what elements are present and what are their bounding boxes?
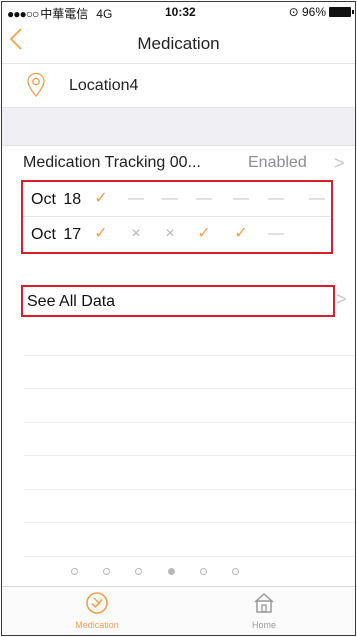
page-dot[interactable] (71, 568, 78, 575)
day-date: Oct 18 (31, 191, 82, 208)
tab-home[interactable]: Home (224, 591, 304, 635)
pill-badge-icon (86, 592, 108, 614)
day-row[interactable]: Oct 18 ✓ — — — — — — (23, 182, 331, 217)
list-divider (24, 355, 355, 356)
home-icon (254, 592, 274, 613)
chevron-right-icon: > (334, 153, 345, 173)
battery-icon (329, 7, 354, 17)
location-row[interactable]: Location4 (2, 64, 355, 108)
day-history-box: Oct 18 ✓ — — — — — — Oct 17 ✓ × × ✓ ✓ — (21, 180, 333, 254)
status-bar: ●●●○○ 中華電信 4G 10:32 ⊙ 96% (2, 2, 355, 22)
status-left: ●●●○○ 中華電信 4G (7, 5, 112, 22)
check-mark-icon: ✓ (94, 225, 108, 242)
location-pin-icon (27, 72, 45, 97)
signal-strength-icon: ●●●○○ (7, 7, 39, 21)
battery-percent: 96% (301, 5, 326, 19)
dash-mark-icon: — (196, 190, 212, 207)
section-separator (2, 108, 355, 146)
dash-mark-icon: — (233, 190, 249, 207)
list-divider (24, 455, 355, 456)
network-type: 4G (96, 7, 113, 21)
day-row[interactable]: Oct 17 ✓ × × ✓ ✓ — (23, 217, 331, 252)
tab-medication-label: Medication (75, 620, 119, 630)
dash-mark-icon: — (309, 190, 325, 207)
list-divider (24, 422, 355, 423)
list-divider (24, 556, 355, 557)
tracking-name: Medication Tracking 00... (23, 154, 201, 171)
page-dot[interactable] (168, 568, 175, 575)
check-mark-icon: ✓ (197, 225, 211, 242)
check-mark-icon: ✓ (94, 190, 108, 207)
cross-mark-icon: × (131, 225, 141, 242)
page-dot[interactable] (232, 568, 239, 575)
page-dot[interactable] (135, 568, 142, 575)
navigation-bar: Medication (2, 22, 355, 64)
dash-mark-icon: — (268, 190, 284, 207)
status-right: ⊙ 96% (288, 5, 354, 19)
see-all-data-button[interactable]: See All Data (21, 285, 335, 317)
list-divider (24, 489, 355, 490)
page-dot[interactable] (103, 568, 110, 575)
list-divider (24, 522, 355, 523)
dash-mark-icon: — (162, 190, 178, 207)
tab-bar: Medication Home (2, 586, 355, 635)
carrier-name: 中華電信 (40, 7, 89, 21)
tab-home-label: Home (251, 620, 276, 630)
location-label: Location4 (69, 77, 139, 94)
chevron-right-icon: > (336, 289, 347, 309)
page-indicator[interactable] (2, 568, 355, 582)
dash-mark-icon: — (268, 225, 284, 242)
dash-mark-icon: — (128, 190, 144, 207)
app-screen: ●●●○○ 中華電信 4G 10:32 ⊙ 96% Medication Locat… (1, 1, 356, 636)
status-time: 10:32 (165, 5, 196, 19)
day-date: Oct 17 (31, 226, 82, 243)
check-mark-icon: ✓ (234, 225, 248, 242)
medication-tracking-row[interactable]: Medication Tracking 00... Enabled > (2, 146, 355, 178)
tab-medication[interactable]: Medication (57, 591, 137, 635)
list-divider (24, 388, 355, 389)
cross-mark-icon: × (165, 225, 175, 242)
orientation-lock-icon: ⊙ (288, 5, 299, 19)
page-title: Medication (137, 34, 220, 53)
see-all-label: See All Data (27, 293, 116, 310)
tracking-status: Enabled (248, 154, 307, 171)
page-dot[interactable] (200, 568, 207, 575)
